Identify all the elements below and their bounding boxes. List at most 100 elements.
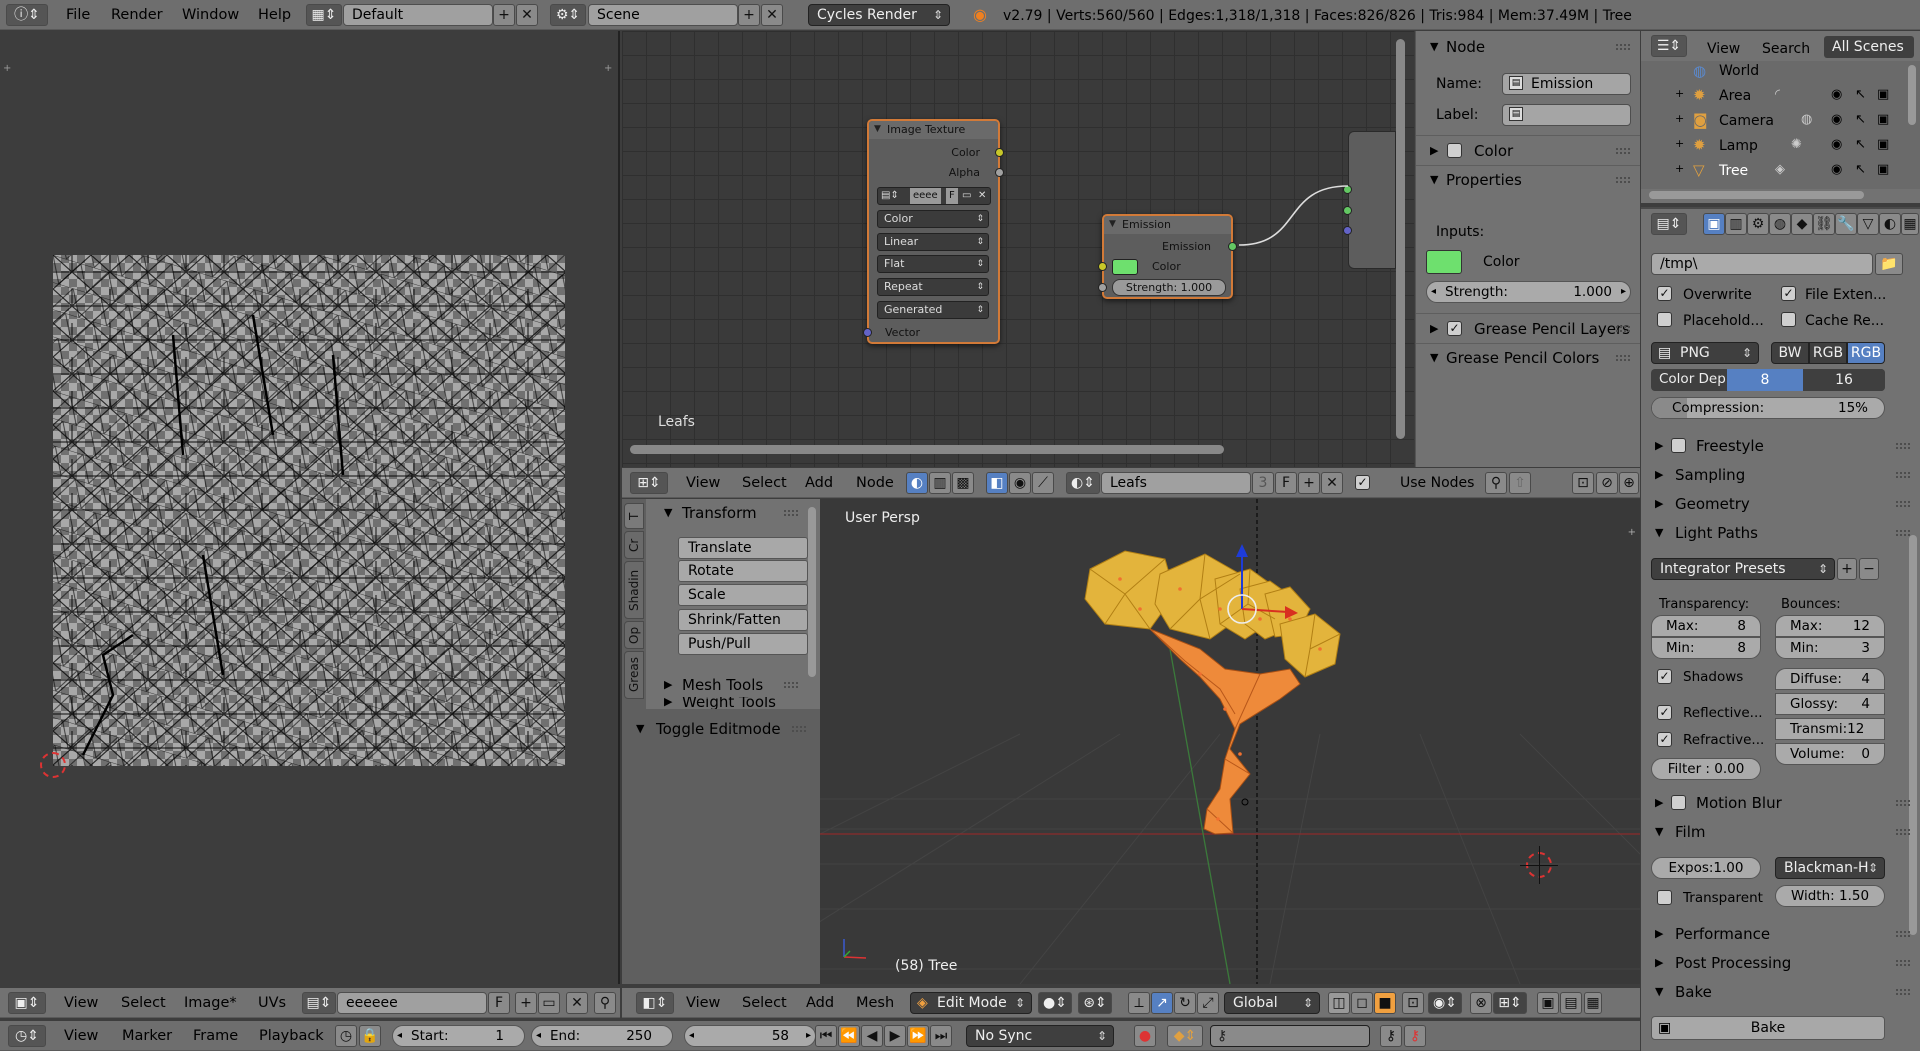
jump-keyframe-back-icon[interactable]: ⏪ bbox=[838, 1025, 860, 1047]
drag-grip-icon[interactable] bbox=[792, 726, 806, 732]
exposure-field[interactable]: Expos:1.00 bbox=[1651, 857, 1761, 879]
render-camera-icon[interactable]: ▣ bbox=[1877, 137, 1889, 152]
refractive-checkbox[interactable]: ✓ bbox=[1657, 732, 1672, 747]
compression-slider[interactable]: Compression: 15% bbox=[1651, 397, 1885, 419]
node-label-field[interactable]: ▤ bbox=[1502, 104, 1631, 126]
opengl-render-icon[interactable]: ▣ bbox=[1537, 992, 1559, 1014]
integrator-presets-select[interactable]: Integrator Presets bbox=[1651, 558, 1835, 580]
screen-layout-icon[interactable]: ▦⇕ bbox=[306, 4, 342, 26]
modifiers-tab-icon[interactable]: 🔧 bbox=[1835, 213, 1857, 235]
object-tab-icon[interactable]: ◆ bbox=[1791, 213, 1813, 235]
layers-icon[interactable]: ◫ bbox=[1328, 992, 1350, 1014]
transparent-checkbox[interactable] bbox=[1657, 890, 1672, 905]
mesh-tools-header[interactable]: ▶ Mesh Tools bbox=[646, 673, 820, 697]
drag-grip-icon[interactable] bbox=[1896, 989, 1910, 995]
outliner-menu-search[interactable]: Search bbox=[1762, 41, 1810, 57]
render-camera-icon[interactable]: ▣ bbox=[1877, 112, 1889, 127]
render-engine-select[interactable]: Cycles Render bbox=[808, 4, 950, 26]
data-tab-icon[interactable]: ▽ bbox=[1857, 213, 1879, 235]
freestyle-header[interactable]: ▶ Freestyle bbox=[1641, 434, 1920, 458]
menu-render[interactable]: Render bbox=[111, 7, 163, 23]
scene-icon[interactable]: ⚙⇕ bbox=[550, 4, 586, 26]
bake-button[interactable]: ▣ Bake bbox=[1651, 1016, 1885, 1040]
outliner-item-world[interactable]: ◍ World bbox=[1641, 61, 1911, 81]
placeholder-checkbox[interactable] bbox=[1657, 312, 1672, 327]
node-editor-type-icon[interactable]: ⊞⇕ bbox=[630, 472, 668, 494]
viewport-menu-add[interactable]: Add bbox=[806, 995, 834, 1011]
visibility-eye-icon[interactable]: ◉ bbox=[1831, 162, 1842, 177]
add-scene-icon[interactable]: + bbox=[738, 4, 760, 26]
translate-button[interactable]: Translate bbox=[678, 537, 808, 559]
placeholder-label[interactable]: Placehold... bbox=[1683, 313, 1764, 329]
shading-select-icon[interactable]: ●⇕ bbox=[1038, 992, 1072, 1014]
outliner-menu-view[interactable]: View bbox=[1707, 41, 1740, 57]
drag-grip-icon[interactable] bbox=[1896, 501, 1910, 507]
texture-tree-icon[interactable]: ▩ bbox=[952, 472, 974, 494]
world-shader-icon[interactable]: ◉ bbox=[1009, 472, 1031, 494]
refractive-label[interactable]: Refractive... bbox=[1683, 732, 1764, 748]
remove-scene-icon[interactable]: ✕ bbox=[761, 4, 783, 26]
folder-browse-icon[interactable]: 📁 bbox=[1875, 253, 1903, 275]
bounces-min-field[interactable]: Min: 3 bbox=[1775, 637, 1885, 659]
material-fake-user[interactable]: F bbox=[1275, 472, 1297, 494]
pivot-select-icon[interactable]: ⊛⇕ bbox=[1078, 992, 1112, 1014]
timeline-menu-playback[interactable]: Playback bbox=[259, 1028, 324, 1044]
snap-toggle-icon[interactable]: ⊗ bbox=[1470, 992, 1492, 1014]
uv-editor[interactable]: + + bbox=[0, 31, 620, 984]
scene-tab-icon[interactable]: ⚙ bbox=[1747, 213, 1769, 235]
visibility-eye-icon[interactable]: ◉ bbox=[1831, 112, 1842, 127]
drag-grip-icon[interactable] bbox=[1616, 44, 1630, 50]
file-ext-label[interactable]: File Exten... bbox=[1805, 287, 1886, 303]
input-color-swatch[interactable] bbox=[1426, 250, 1462, 274]
world-tab-icon[interactable]: ◍ bbox=[1769, 213, 1791, 235]
region-plus-icon-right[interactable]: + bbox=[604, 63, 612, 74]
cache-label[interactable]: Cache Re... bbox=[1805, 313, 1884, 329]
performance-header[interactable]: ▶ Performance bbox=[1641, 922, 1920, 946]
pixel-filter-select[interactable]: Blackman-H bbox=[1775, 857, 1885, 879]
node-section-header[interactable]: ▼ Node bbox=[1416, 35, 1640, 59]
scale-button[interactable]: Scale bbox=[678, 584, 808, 606]
manipulator-toggle-icon[interactable]: ⟂ bbox=[1128, 992, 1150, 1014]
transparent-label[interactable]: Transparent bbox=[1683, 890, 1763, 906]
drag-grip-icon[interactable] bbox=[1896, 931, 1910, 937]
gp-colors-header[interactable]: ▼ Grease Pencil Colors bbox=[1416, 346, 1640, 370]
3d-viewport[interactable]: User Persp (58) Tree + bbox=[820, 499, 1640, 984]
play-icon[interactable]: ▶ bbox=[884, 1025, 906, 1047]
push-pull-button[interactable]: Push/Pull bbox=[678, 633, 808, 655]
copy-paste-icon[interactable]: ⊕ bbox=[1619, 472, 1639, 494]
info-icon[interactable]: ⓘ⇕ bbox=[6, 4, 48, 26]
color-depth-8[interactable]: 8 bbox=[1727, 369, 1803, 391]
reflective-label[interactable]: Reflective... bbox=[1683, 705, 1763, 721]
uv-menu-uvs[interactable]: UVs bbox=[258, 995, 286, 1011]
texture-tab-icon[interactable]: ▦ bbox=[1901, 213, 1919, 235]
output-path-field[interactable]: /tmp\ bbox=[1651, 253, 1873, 275]
rotate-manip-icon[interactable]: ↻ bbox=[1174, 992, 1196, 1014]
uv-menu-select[interactable]: Select bbox=[121, 995, 166, 1011]
drag-grip-icon[interactable] bbox=[1616, 326, 1630, 332]
post-processing-header[interactable]: ▶ Post Processing bbox=[1641, 951, 1920, 975]
node-name-field[interactable]: ▤ Emission bbox=[1502, 73, 1631, 95]
tab-options[interactable]: Op bbox=[624, 621, 644, 649]
shader-tree-icon[interactable]: ◐ bbox=[906, 472, 928, 494]
timeline-menu-view[interactable]: View bbox=[64, 1028, 98, 1044]
preview-range-icon[interactable]: ◷ bbox=[335, 1025, 357, 1047]
node-menu-add[interactable]: Add bbox=[805, 475, 833, 491]
drag-grip-icon[interactable] bbox=[1616, 148, 1630, 154]
viewport-extra-icon[interactable]: ▦ bbox=[1584, 992, 1602, 1014]
translate-manip-icon[interactable]: ↗ bbox=[1151, 992, 1173, 1014]
editor-type-icon[interactable]: ▣⇕ bbox=[8, 992, 46, 1014]
record-icon[interactable]: ● bbox=[1134, 1025, 1156, 1047]
overwrite-checkbox[interactable]: ✓ bbox=[1657, 286, 1672, 301]
jump-end-icon[interactable]: ⏭ bbox=[930, 1025, 952, 1047]
color-mode-bw[interactable]: BW bbox=[1771, 342, 1809, 364]
linestyle-shader-icon[interactable]: ⟋ bbox=[1032, 472, 1054, 494]
shadows-checkbox[interactable]: ✓ bbox=[1657, 669, 1672, 684]
outliner-item-lamp[interactable]: + ✹ Lamp ✺ ◉ ↖ ▣ bbox=[1641, 136, 1911, 156]
film-header[interactable]: ▼ Film bbox=[1641, 820, 1920, 844]
viewport-menu-select[interactable]: Select bbox=[742, 995, 787, 1011]
opengl-anim-icon[interactable]: ▤ bbox=[1560, 992, 1582, 1014]
drag-grip-icon[interactable] bbox=[784, 682, 798, 688]
outliner-v-scrollbar[interactable] bbox=[1908, 65, 1916, 125]
render-camera-icon[interactable]: ▣ bbox=[1877, 87, 1889, 102]
layout-field[interactable]: Default bbox=[343, 4, 493, 26]
